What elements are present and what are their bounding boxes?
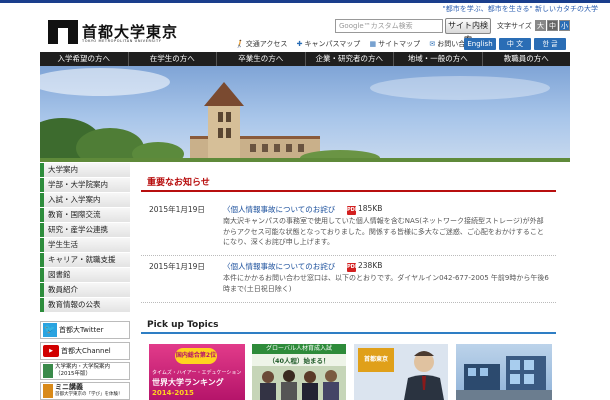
top-rule [0, 0, 610, 3]
facility-photo [456, 356, 552, 400]
mail-icon: ✉ [429, 40, 436, 48]
notice-body: 南大沢キャンパスの事務室で使用していた個人情報を含むNAS(ネットワーク接続型ス… [223, 217, 544, 246]
sidebar-item-faculty[interactable]: 教員紹介 [40, 283, 130, 297]
search-button[interactable]: サイト内検索 [445, 18, 491, 44]
sidebar-item-admissions[interactable]: 入試・入学案内 [40, 193, 130, 207]
important-notice-heading: 重要なお知らせ [141, 176, 556, 192]
university-logo[interactable]: 首都大学東京 TOKYO METROPOLITAN UNIVERSITY [48, 20, 184, 46]
header-slogan: "都市を学ぶ、都市を生きる" 新しいカタチの大学 [442, 5, 598, 13]
pdf-icon: PDF [347, 206, 359, 215]
guidebook-banner[interactable]: 大学案内・大学院案内（2015年版） [40, 362, 130, 380]
logo-subtitle: TOKYO METROPOLITAN UNIVERSITY [82, 39, 162, 43]
notice-date: 2015年1月19日 [149, 262, 205, 271]
campus-map-link[interactable]: ✚ キャンパスマップ [297, 40, 361, 48]
lang-korean-button[interactable]: 한 글 [534, 38, 566, 50]
hero-campus-image [40, 66, 570, 162]
sidebar-menu: 大学案内 学部・大学院案内 入試・入学案内 教育・国際交流 研究・産学公連携 学… [40, 163, 130, 313]
main-nav: 入学希望の方へ 在学生の方へ 卒業生の方へ 企業・研究者の方へ 地域・一般の方へ… [40, 52, 570, 66]
font-size-large-button[interactable]: 大 [535, 20, 546, 31]
mini-lecture-banner[interactable]: ミニ講義 首都大学東京の「学び」を体験！ [40, 382, 130, 400]
lang-chinese-button[interactable]: 中 文 [499, 38, 531, 50]
twitter-banner[interactable]: 🐦 首都大Twitter [40, 321, 130, 339]
nav-alumni[interactable]: 卒業生の方へ [217, 52, 306, 66]
sidebar-item-disclosure[interactable]: 教育情報の公表 [40, 298, 130, 312]
nav-community[interactable]: 地域・一般の方へ [394, 52, 483, 66]
sitemap-icon: ▦ [369, 40, 377, 48]
font-size-medium-button[interactable]: 中 [547, 20, 558, 31]
notice-item: 2015年1月19日 〈個人情報事故についてのお詫び PDF185KB 南大沢キ… [141, 204, 556, 256]
pickup-card-global-admission[interactable]: グローバル人材育成入試 （40人程）始まる！ [252, 344, 346, 400]
nav-staff[interactable]: 教職員の方へ [483, 52, 571, 66]
sidebar-item-library[interactable]: 図書館 [40, 268, 130, 282]
notice-date: 2015年1月19日 [149, 205, 205, 214]
font-size-label: 文字サイズ [497, 22, 532, 30]
utility-links: 🚶 交通アクセス ✚ キャンパスマップ ▦ サイトマップ ✉ お問い合せ一覧 [235, 39, 493, 49]
notice-title-link[interactable]: 〈個人情報事故についてのお詫び [223, 204, 335, 215]
ranking-badge: 国内総合第2位 [175, 348, 217, 364]
access-link[interactable]: 🚶 交通アクセス [235, 40, 287, 48]
notice-title-link[interactable]: 〈個人情報事故についてのお詫び [223, 261, 335, 272]
logo-mark-icon [48, 20, 78, 44]
sidebar-item-education[interactable]: 教育・国際交流 [40, 208, 130, 222]
sidebar-item-about[interactable]: 大学案内 [40, 163, 130, 177]
sidebar-item-faculties[interactable]: 学部・大学院案内 [40, 178, 130, 192]
walker-icon: 🚶 [235, 40, 244, 48]
sidebar-item-research[interactable]: 研究・産学公連携 [40, 223, 130, 237]
pickup-card-professor[interactable]: 首都東京 [354, 344, 448, 400]
nav-prospective[interactable]: 入学希望の方へ [40, 52, 129, 66]
pdf-icon: PDF [347, 263, 359, 272]
students-photo [252, 366, 346, 400]
professor-photo [404, 351, 444, 400]
nav-business[interactable]: 企業・研究者の方へ [306, 52, 394, 66]
sidebar-item-student-life[interactable]: 学生生活 [40, 238, 130, 252]
pickup-card-ranking[interactable]: 国内総合第2位 タイムズ・ハイアー・エデュケーション 世界大学ランキング 201… [149, 344, 245, 400]
youtube-icon: ▶ [43, 345, 59, 357]
pdf-link[interactable]: PDF185KB [347, 204, 382, 215]
font-size-small-button[interactable]: 小 [559, 20, 570, 31]
pickup-topics-heading: Pick up Topics [141, 318, 556, 334]
lang-english-button[interactable]: English [464, 38, 496, 50]
campus-tower-illustration [40, 68, 570, 162]
nav-students[interactable]: 在学生の方へ [129, 52, 217, 66]
book-icon [43, 364, 53, 378]
notice-body: 本件にかかるお問い合わせ窓口は、以下のとおりです。ダイヤルイン042-677-2… [223, 274, 549, 293]
twitter-icon: 🐦 [43, 323, 57, 337]
notice-item: 2015年1月19日 〈個人情報事故についてのお詫び PDF238KB 本件にか… [141, 261, 556, 303]
sidebar-item-career[interactable]: キャリア・就職支援 [40, 253, 130, 267]
plus-icon: ✚ [296, 40, 303, 48]
pdf-link[interactable]: PDF238KB [347, 261, 382, 272]
pickup-card-facility[interactable] [456, 344, 552, 400]
lecture-icon [43, 384, 53, 398]
search-input[interactable]: Google™カスタム検索 [335, 19, 443, 33]
youtube-banner[interactable]: ▶ 首都大Channel [40, 342, 130, 360]
sitemap-link[interactable]: ▦ サイトマップ [370, 40, 421, 48]
